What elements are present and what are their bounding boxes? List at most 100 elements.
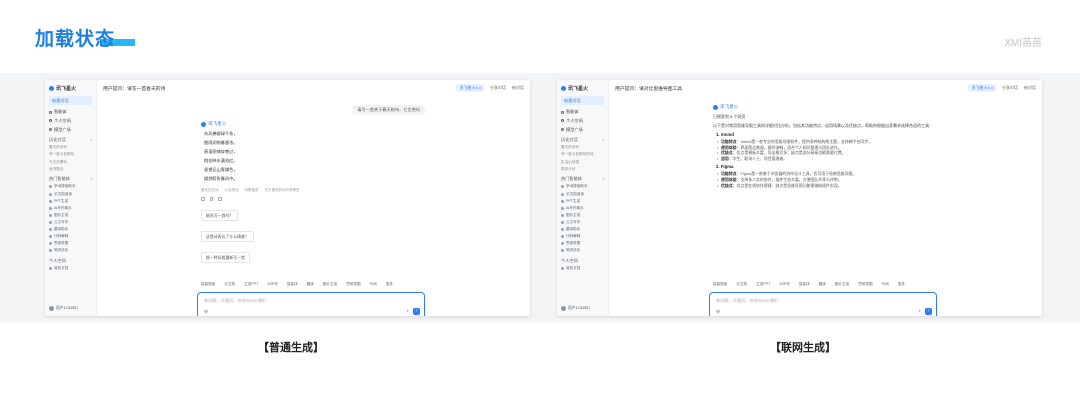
microphone-icon[interactable]: ♪ xyxy=(407,308,410,314)
tool-chip[interactable]: 智能体 xyxy=(287,282,298,287)
chevron-right-icon[interactable]: › xyxy=(603,137,604,143)
history-item[interactable]: 周末计划 xyxy=(561,167,604,172)
tool-chip[interactable]: 智能体 xyxy=(799,282,810,287)
agent-list-item[interactable]: 公文写作 xyxy=(49,220,92,225)
chevron-right-icon[interactable]: › xyxy=(91,176,92,182)
agent-list-item[interactable]: 简历优化 xyxy=(561,248,604,253)
agent-list-item[interactable]: 翻译助手 xyxy=(49,227,92,232)
tool-chip[interactable]: 翻译 xyxy=(307,282,314,287)
agent-list-item[interactable]: 公文写作 xyxy=(561,220,604,225)
follow-up-suggestion[interactable]: 换一种风格重新写一首 xyxy=(201,252,250,263)
agent-list-item[interactable]: 长文档阅读 xyxy=(561,192,604,197)
refresh-icon[interactable] xyxy=(209,197,213,201)
history-item[interactable]: 写一首七言绝句的诗 xyxy=(561,152,604,157)
search-status[interactable]: 已搜索到 8 个网页 xyxy=(713,114,979,120)
agent-list-item[interactable]: PPT生成 xyxy=(561,199,604,204)
send-button[interactable]: ↑ xyxy=(925,308,932,315)
copy-icon[interactable] xyxy=(201,197,205,201)
tool-chip[interactable]: 图片生成 xyxy=(323,282,337,287)
section-heading: 1. Xmind xyxy=(716,132,734,137)
agent-list-item[interactable]: 图片生成 xyxy=(49,213,92,218)
chat-input[interactable]: 有问题，尽管问，Shift+Enter换行 ⊕ ♪ ↑ xyxy=(709,292,937,316)
agent-list-item[interactable]: 思维导图 xyxy=(49,241,92,246)
history-item[interactable]: 写一首七言绝句 xyxy=(49,152,92,157)
agent-list-item[interactable]: 学术搜索助手 xyxy=(49,184,92,189)
new-chat-button[interactable]: 新建对话 xyxy=(561,96,604,105)
tool-chip[interactable]: 长文档 xyxy=(736,282,747,287)
sidebar-item-agent[interactable]: 智能体 xyxy=(561,109,604,115)
send-button[interactable]: ↑ xyxy=(413,308,420,315)
thumbs-up-icon[interactable] xyxy=(218,197,222,201)
history-item[interactable]: 春天的诗句 xyxy=(49,145,92,150)
agent-list-item[interactable]: AI写作助手 xyxy=(561,206,604,211)
user-profile[interactable]: 用户1234567 xyxy=(49,306,78,311)
normal-generation-screenshot: 讯飞星火 新建对话 智能体 个人空间 模型广场 历史对话 › 春天的诗句 写一首七… xyxy=(45,80,530,316)
tool-chip[interactable]: 智能搜索 xyxy=(713,282,727,287)
reference-chip[interactable]: 春天的古诗 xyxy=(201,188,219,193)
history-item[interactable]: 读书笔记 xyxy=(49,167,92,172)
bullet-text: ：学生、职场人士、项目管理者。 xyxy=(728,155,788,161)
sidebar-item-space[interactable]: 个人空间 xyxy=(49,118,92,124)
agent-icon xyxy=(49,185,52,189)
tool-chip[interactable]: 图片生成 xyxy=(835,282,849,287)
follow-up-suggestion[interactable]: 能再写一首吗？ xyxy=(201,210,239,221)
chevron-right-icon[interactable]: › xyxy=(91,137,92,143)
new-conversation-button[interactable]: 新对话 xyxy=(512,85,524,91)
model-badge[interactable]: 讯飞星火4.0 xyxy=(456,84,484,92)
share-button[interactable]: 分享对话 xyxy=(1002,85,1018,91)
tool-chip[interactable]: 更多 xyxy=(898,282,905,287)
tool-chip[interactable]: 思维导图 xyxy=(346,282,360,287)
tool-chip[interactable]: 代码 xyxy=(882,282,889,287)
web-search-generation-screenshot: 讯飞星火 新建对话 智能体 个人空间 模型广场 历史对话 › 春天的诗句 写一首七… xyxy=(557,80,1042,316)
reference-chip[interactable]: 关于春天的诗句有哪些 xyxy=(265,188,300,193)
new-chat-button[interactable]: 新建对话 xyxy=(49,96,92,105)
history-item[interactable]: 生活小妙招 xyxy=(561,160,604,165)
tool-chip[interactable]: 思维导图 xyxy=(858,282,872,287)
tool-chip[interactable]: 长文档 xyxy=(224,282,235,287)
agent-list-item[interactable]: 代码解释 xyxy=(49,234,92,239)
tool-chip[interactable]: 生成PPT xyxy=(244,282,258,287)
tool-chip[interactable]: 更多 xyxy=(386,282,393,287)
model-badge[interactable]: 讯飞星火4.0 xyxy=(968,84,996,92)
tool-chip[interactable]: 翻译 xyxy=(819,282,826,287)
microphone-icon[interactable]: ♪ xyxy=(919,308,922,314)
share-button[interactable]: 分享对话 xyxy=(490,85,506,91)
sidebar-item-space[interactable]: 个人空间 xyxy=(561,118,604,124)
chevron-right-icon[interactable]: › xyxy=(603,176,604,182)
attach-icon[interactable]: ⊕ xyxy=(716,309,720,315)
agent-label: AI写作助手 xyxy=(54,205,72,210)
agent-icon xyxy=(49,199,52,203)
my-docs-item[interactable]: 我的文档 xyxy=(49,266,92,271)
agent-list-item[interactable]: 翻译助手 xyxy=(561,227,604,232)
tool-chip[interactable]: AI写作 xyxy=(779,282,790,287)
tool-chip[interactable]: 代码 xyxy=(370,282,377,287)
agent-list-item[interactable]: PPT生成 xyxy=(49,199,92,204)
new-conversation-button[interactable]: 新对话 xyxy=(1024,85,1036,91)
agent-list-item[interactable]: 代码解释 xyxy=(561,234,604,239)
app-logo[interactable]: 讯飞星火 xyxy=(561,85,604,92)
attach-icon[interactable]: ⊕ xyxy=(204,309,208,315)
agent-icon xyxy=(49,242,52,246)
tool-chip[interactable]: 智能搜索 xyxy=(201,282,215,287)
app-logo[interactable]: 讯飞星火 xyxy=(49,85,92,92)
agent-list-item[interactable]: 图片生成 xyxy=(561,213,604,218)
chat-input[interactable]: 有问题，尽管问，Shift+Enter换行 ⊕ ♪ ↑ xyxy=(197,292,425,316)
sidebar-item-agent[interactable]: 智能体 xyxy=(49,109,92,115)
agent-list-item[interactable]: AI写作助手 xyxy=(49,206,92,211)
agent-icon xyxy=(561,242,564,246)
reference-chip[interactable]: 诗歌鉴赏 xyxy=(245,188,259,193)
follow-up-suggestion[interactable]: 这首诗表达了什么情感？ xyxy=(201,231,254,242)
agent-list-item[interactable]: 学术搜索助手 xyxy=(561,184,604,189)
tool-chip[interactable]: AI写作 xyxy=(267,282,278,287)
agent-list-item[interactable]: 简历优化 xyxy=(49,248,92,253)
reference-chip[interactable]: 七言绝句 xyxy=(225,188,239,193)
my-docs-item[interactable]: 我的文档 xyxy=(561,266,604,271)
history-item[interactable]: 春天的诗句 xyxy=(561,145,604,150)
sidebar-item-models[interactable]: 模型广场 xyxy=(49,127,92,133)
history-item[interactable]: 今天去哪玩 xyxy=(49,160,92,165)
sidebar-item-models[interactable]: 模型广场 xyxy=(561,127,604,133)
agent-list-item[interactable]: 思维导图 xyxy=(561,241,604,246)
user-profile[interactable]: 用户1234567 xyxy=(561,306,590,311)
agent-list-item[interactable]: 长文档阅读 xyxy=(49,192,92,197)
tool-chip[interactable]: 生成PPT xyxy=(756,282,770,287)
